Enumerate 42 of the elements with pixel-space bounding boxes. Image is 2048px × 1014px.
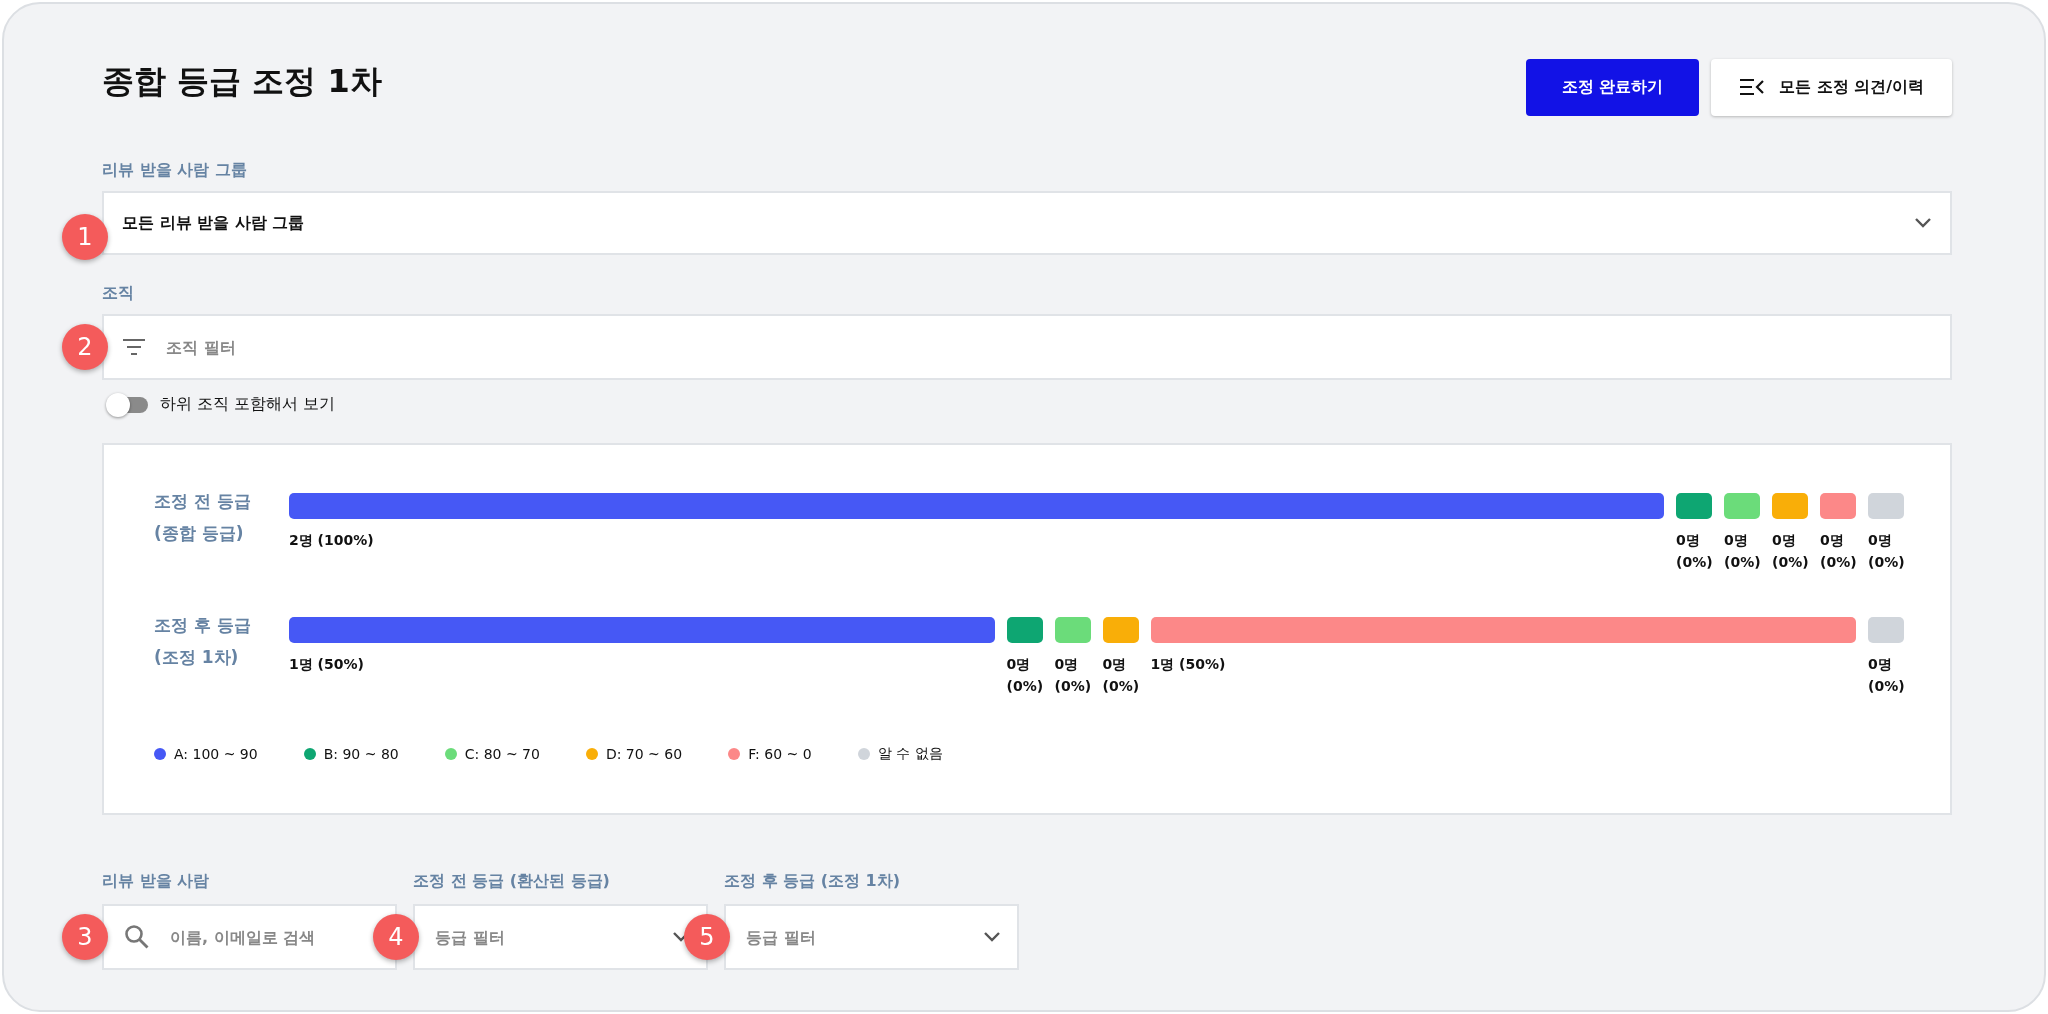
list-arrow-icon bbox=[1739, 77, 1765, 97]
group-select[interactable]: 모든 리뷰 받을 사람 그룹 bbox=[102, 191, 1952, 255]
complete-button[interactable]: 조정 완료하기 bbox=[1526, 58, 1699, 116]
history-button[interactable]: 모든 조정 의견/이력 bbox=[1711, 58, 1952, 116]
legend-label: D: 70 ~ 60 bbox=[605, 746, 683, 762]
row-label: 조정 후 등급 bbox=[154, 614, 252, 637]
page-title: 종합 등급 조정 1차 bbox=[102, 61, 382, 102]
row-sublabel: (종합 등급) bbox=[154, 522, 245, 546]
step-marker: 3 bbox=[62, 914, 108, 960]
bar-value-label: 0명 (0%) bbox=[1054, 655, 1091, 697]
filter-icon bbox=[122, 338, 146, 356]
step-marker: 1 bbox=[62, 214, 108, 260]
legend-label: F: 60 ~ 0 bbox=[748, 746, 812, 762]
chevron-down-icon bbox=[1914, 217, 1932, 229]
toggle-label: 하위 조직 포함해서 보기 bbox=[160, 394, 336, 415]
bar-value-label: 0명 (0%) bbox=[1868, 655, 1904, 697]
grade-filter-select[interactable]: 등급 필터 bbox=[724, 904, 1019, 970]
legend-label: C: 80 ~ 70 bbox=[464, 746, 540, 762]
legend-label: A: 100 ~ 90 bbox=[174, 746, 258, 762]
legend-label: 알 수 없음 bbox=[877, 745, 943, 763]
search-icon bbox=[124, 924, 150, 950]
row-sublabel: (조정 1차) bbox=[154, 646, 240, 670]
bar-value-label: 0명 (0%) bbox=[1102, 655, 1139, 697]
bar-value-label: 2명 (100%) bbox=[289, 531, 375, 550]
step-marker: 2 bbox=[62, 324, 108, 370]
legend-label: B: 90 ~ 80 bbox=[323, 746, 399, 762]
organization-filter-field[interactable]: 조직 필터 bbox=[102, 314, 1952, 380]
field-label: 조정 후 등급 (조정 1차) bbox=[724, 871, 902, 892]
field-label: 조직 bbox=[102, 283, 135, 304]
field-label: 조정 전 등급 (환산된 등급) bbox=[413, 871, 611, 892]
row-label: 조정 전 등급 bbox=[154, 490, 252, 513]
field-label: 리뷰 받을 사람 그룹 bbox=[102, 160, 248, 181]
chevron-down-icon bbox=[983, 931, 1001, 943]
bar-value-label: 0명 (0%) bbox=[1868, 531, 1904, 573]
bar-value-label: 0명 (0%) bbox=[1772, 531, 1808, 573]
bar-value-label: 0명 (0%) bbox=[1820, 531, 1856, 573]
bar-value-label: 0명 (0%) bbox=[1676, 531, 1712, 573]
field-label: 리뷰 받을 사람 bbox=[102, 871, 211, 892]
bar-value-label: 1명 (50%) bbox=[1150, 655, 1227, 674]
bar-value-label: 0명 (0%) bbox=[1724, 531, 1760, 573]
bar-value-label: 0명 (0%) bbox=[1006, 655, 1043, 697]
bar-value-label: 1명 (50%) bbox=[289, 655, 365, 674]
